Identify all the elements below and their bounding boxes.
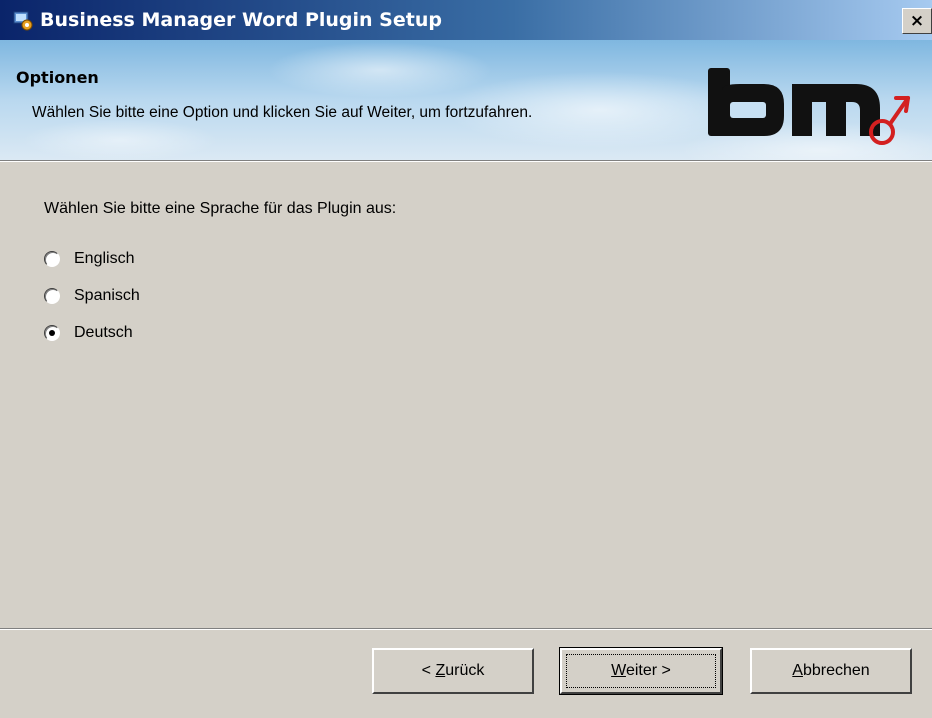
- title-bar[interactable]: Business Manager Word Plugin Setup ×: [0, 0, 932, 41]
- focus-ring: [566, 654, 716, 688]
- radio-option-spanisch[interactable]: Spanisch: [44, 284, 140, 308]
- radio-option-deutsch[interactable]: Deutsch: [44, 321, 133, 345]
- banner-divider-highlight: [0, 161, 932, 162]
- bm-logo: [708, 68, 910, 145]
- window-title: Business Manager Word Plugin Setup: [40, 9, 442, 31]
- radio-button-englisch[interactable]: [44, 251, 60, 267]
- language-prompt: Wählen Sie bitte eine Sprache für das Pl…: [44, 200, 397, 217]
- page-subtitle: Wählen Sie bitte eine Option und klicken…: [32, 104, 533, 121]
- cancel-button-label: Abbrechen: [792, 662, 870, 679]
- back-button[interactable]: < Zurück: [372, 648, 534, 694]
- radio-button-deutsch[interactable]: [44, 325, 60, 341]
- page-heading: Optionen: [16, 68, 99, 87]
- back-button-label: < Zurück: [421, 662, 485, 679]
- radio-option-englisch[interactable]: Englisch: [44, 247, 134, 271]
- radio-label-deutsch[interactable]: Deutsch: [74, 324, 133, 342]
- radio-button-spanisch[interactable]: [44, 288, 60, 304]
- setup-window: Business Manager Word Plugin Setup × Opt…: [0, 0, 932, 718]
- next-button[interactable]: Weiter >: [559, 647, 723, 695]
- header-banner: Optionen Wählen Sie bitte eine Option un…: [0, 40, 932, 160]
- radio-label-englisch[interactable]: Englisch: [74, 250, 134, 268]
- close-icon: ×: [909, 11, 925, 31]
- footer-divider-highlight: [0, 629, 932, 630]
- close-button[interactable]: ×: [902, 8, 932, 34]
- setup-installer-icon: [13, 11, 33, 31]
- cancel-button[interactable]: Abbrechen: [750, 648, 912, 694]
- radio-label-spanisch[interactable]: Spanisch: [74, 287, 140, 305]
